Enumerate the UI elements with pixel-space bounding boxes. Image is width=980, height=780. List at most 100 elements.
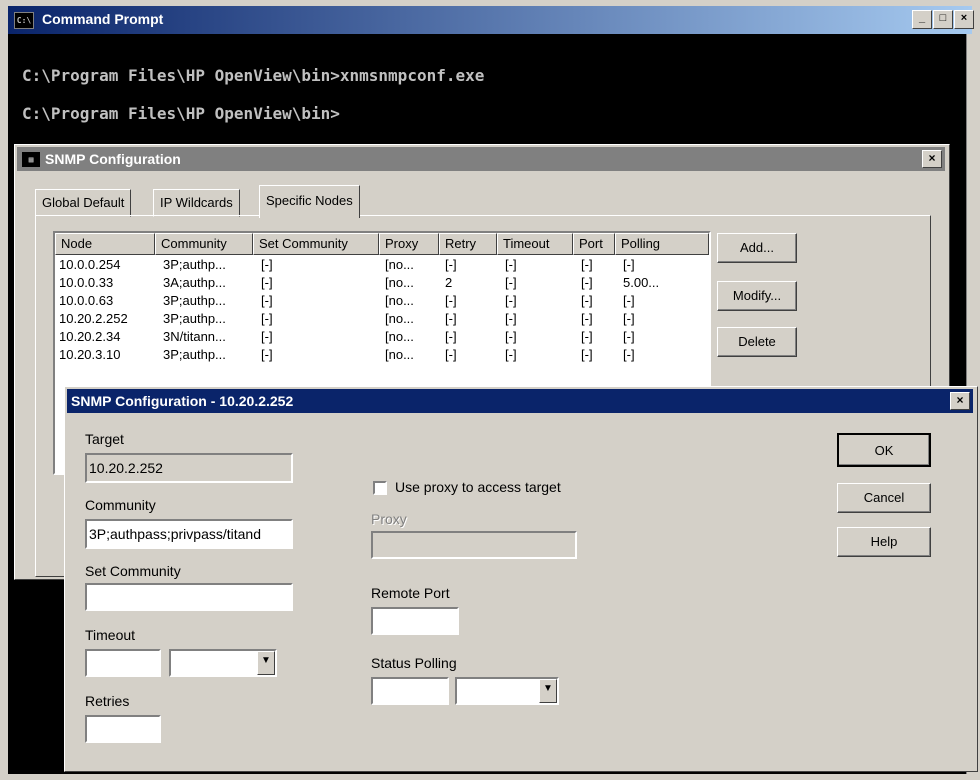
snmp-configuration-title: SNMP Configuration: [45, 151, 181, 167]
list-cell: [no...: [385, 293, 414, 308]
console-line: C:\Program Files\HP OpenView\bin>: [22, 104, 340, 123]
minimize-icon[interactable]: _: [912, 10, 932, 29]
tab-global-default[interactable]: Global Default: [35, 189, 132, 217]
close-icon[interactable]: ×: [950, 392, 970, 410]
list-cell: [-]: [445, 347, 457, 362]
snmp-configuration-titlebar[interactable]: ▦ SNMP Configuration ×: [17, 147, 945, 171]
list-cell: [-]: [623, 257, 635, 272]
list-cell: [-]: [581, 329, 593, 344]
list-item-node[interactable]: 10.0.0.33: [59, 275, 113, 290]
column-header-node[interactable]: Node: [55, 233, 155, 255]
list-cell: [-]: [505, 293, 517, 308]
list-item-node[interactable]: 10.0.0.63: [59, 293, 113, 308]
use-proxy-label[interactable]: Use proxy to access target: [395, 479, 561, 495]
help-button[interactable]: Help: [837, 527, 931, 557]
status-polling-field[interactable]: [371, 677, 449, 705]
status-polling-label: Status Polling: [371, 655, 457, 671]
list-cell: [-]: [505, 347, 517, 362]
delete-button[interactable]: Delete: [717, 327, 797, 357]
ok-button[interactable]: OK: [837, 433, 931, 467]
list-cell: [-]: [261, 329, 273, 344]
add-button[interactable]: Add...: [717, 233, 797, 263]
remote-port-label: Remote Port: [371, 585, 450, 601]
remote-port-field[interactable]: [371, 607, 459, 635]
column-header-set-community[interactable]: Set Community: [253, 233, 379, 255]
list-item-node[interactable]: 10.20.3.10: [59, 347, 120, 362]
community-field[interactable]: [85, 519, 293, 549]
proxy-field: [371, 531, 577, 559]
close-icon[interactable]: ×: [922, 150, 942, 168]
node-configuration-dialog: SNMP Configuration - 10.20.2.252 × Targe…: [64, 386, 978, 772]
list-cell: 3P;authp...: [163, 347, 226, 362]
list-cell: [-]: [623, 329, 635, 344]
list-cell: 3N/titann...: [163, 329, 226, 344]
chevron-down-icon[interactable]: ▼: [539, 679, 557, 703]
column-header-community[interactable]: Community: [155, 233, 253, 255]
close-icon[interactable]: ×: [954, 10, 974, 29]
list-cell: [no...: [385, 347, 414, 362]
list-cell: [-]: [581, 293, 593, 308]
set-community-field[interactable]: [85, 583, 293, 611]
list-item-node[interactable]: 10.20.2.252: [59, 311, 128, 326]
list-cell: [-]: [261, 347, 273, 362]
column-header-proxy[interactable]: Proxy: [379, 233, 439, 255]
list-cell: 3P;authp...: [163, 257, 226, 272]
target-field[interactable]: [85, 453, 293, 483]
command-prompt-titlebar[interactable]: C:\ Command Prompt _ □ ×: [8, 6, 974, 34]
timeout-field[interactable]: [85, 649, 161, 677]
column-header-port[interactable]: Port: [573, 233, 615, 255]
list-cell: [-]: [581, 347, 593, 362]
list-cell: [-]: [445, 329, 457, 344]
list-cell: [no...: [385, 311, 414, 326]
list-cell: [no...: [385, 329, 414, 344]
community-label: Community: [85, 497, 156, 513]
node-configuration-titlebar[interactable]: SNMP Configuration - 10.20.2.252 ×: [67, 389, 973, 413]
list-cell: [no...: [385, 275, 414, 290]
chevron-down-icon[interactable]: ▼: [257, 651, 275, 675]
retries-label: Retries: [85, 693, 130, 709]
list-cell: [-]: [505, 311, 517, 326]
list-cell: [-]: [505, 257, 517, 272]
column-header-polling[interactable]: Polling: [615, 233, 709, 255]
tab-ip-wildcards[interactable]: IP Wildcards: [153, 189, 240, 217]
list-cell: [-]: [261, 275, 273, 290]
list-cell: [-]: [505, 329, 517, 344]
list-cell: [-]: [505, 275, 517, 290]
list-item-node[interactable]: 10.20.2.34: [59, 329, 120, 344]
list-cell: [-]: [261, 293, 273, 308]
maximize-icon[interactable]: □: [933, 10, 953, 29]
timeout-unit-dropdown[interactable]: ▼: [169, 649, 277, 677]
use-proxy-checkbox[interactable]: [373, 481, 387, 495]
column-header-retry[interactable]: Retry: [439, 233, 497, 255]
target-label: Target: [85, 431, 124, 447]
list-cell: [-]: [445, 293, 457, 308]
timeout-label: Timeout: [85, 627, 136, 643]
list-cell: 3P;authp...: [163, 293, 226, 308]
list-cell: [-]: [445, 311, 457, 326]
list-cell: [-]: [623, 311, 635, 326]
list-cell: [-]: [623, 347, 635, 362]
cancel-button[interactable]: Cancel: [837, 483, 931, 513]
list-cell: [-]: [445, 257, 457, 272]
status-polling-unit-dropdown[interactable]: ▼: [455, 677, 559, 705]
list-cell: [-]: [261, 311, 273, 326]
list-cell: [-]: [581, 257, 593, 272]
set-community-label: Set Community: [85, 563, 181, 579]
modify-button[interactable]: Modify...: [717, 281, 797, 311]
list-cell: [-]: [581, 275, 593, 290]
column-header-timeout[interactable]: Timeout: [497, 233, 573, 255]
network-app-icon: ▦: [21, 151, 41, 168]
list-cell: [-]: [581, 311, 593, 326]
node-configuration-title: SNMP Configuration - 10.20.2.252: [71, 393, 294, 409]
list-cell: [no...: [385, 257, 414, 272]
list-cell: 5.00...: [623, 275, 660, 290]
list-cell: 3A;authp...: [163, 275, 226, 290]
tab-specific-nodes[interactable]: Specific Nodes: [259, 185, 360, 218]
proxy-label: Proxy: [371, 511, 407, 527]
retries-field[interactable]: [85, 715, 161, 743]
console-icon: C:\: [14, 12, 34, 29]
list-cell: 3P;authp...: [163, 311, 226, 326]
list-item-node[interactable]: 10.0.0.254: [59, 257, 120, 272]
command-prompt-title: Command Prompt: [42, 11, 164, 27]
console-line: C:\Program Files\HP OpenView\bin>xnmsnmp…: [22, 66, 485, 85]
